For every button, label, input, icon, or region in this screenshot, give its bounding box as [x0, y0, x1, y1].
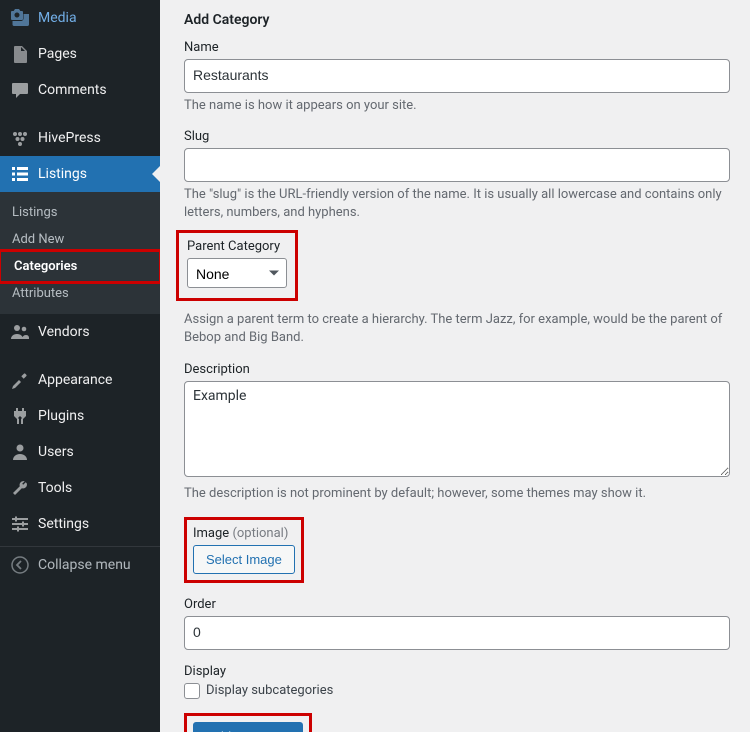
- field-group-display: Display Display subcategories: [184, 664, 730, 699]
- users-icon: [10, 442, 30, 462]
- main-content: Add Category Name The name is how it app…: [160, 0, 750, 732]
- name-input[interactable]: [184, 59, 730, 93]
- sidebar-item-vendors[interactable]: Vendors: [0, 314, 160, 350]
- display-label: Display: [184, 664, 730, 679]
- parent-select[interactable]: None: [187, 258, 287, 288]
- sidebar-item-users[interactable]: Users: [0, 434, 160, 470]
- menu-label: Listings: [38, 166, 87, 182]
- field-group-order: Order: [184, 597, 730, 650]
- parent-select-wrap: None: [187, 258, 287, 288]
- submenu-item-listings[interactable]: Listings: [0, 199, 160, 226]
- sidebar-item-settings[interactable]: Settings: [0, 506, 160, 542]
- submenu-listings: Listings Add New Categories Attributes: [0, 192, 160, 314]
- vendors-icon: [10, 322, 30, 342]
- field-group-description: Description The description is not promi…: [184, 362, 730, 503]
- comments-icon: [10, 80, 30, 100]
- submenu-item-addnew[interactable]: Add New: [0, 226, 160, 253]
- order-label: Order: [184, 597, 730, 612]
- collapse-icon: [10, 555, 30, 575]
- sidebar-item-tools[interactable]: Tools: [0, 470, 160, 506]
- menu-label: Tools: [38, 480, 72, 496]
- field-group-slug: Slug The "slug" is the URL-friendly vers…: [184, 129, 730, 222]
- image-label: Image (optional): [193, 526, 295, 541]
- display-checkbox-row: Display subcategories: [184, 683, 730, 699]
- sidebar-item-hivepress[interactable]: HivePress: [0, 120, 160, 156]
- collapse-label: Collapse menu: [38, 557, 131, 573]
- sidebar-item-comments[interactable]: Comments: [0, 72, 160, 108]
- sidebar-item-plugins[interactable]: Plugins: [0, 398, 160, 434]
- sidebar-item-media[interactable]: Media: [0, 0, 160, 36]
- admin-sidebar: Media Pages Comments HivePress Listings …: [0, 0, 160, 732]
- submenu-item-attributes[interactable]: Attributes: [0, 280, 160, 307]
- description-description: The description is not prominent by defa…: [184, 485, 730, 503]
- menu-label: Pages: [38, 46, 77, 62]
- sidebar-item-listings[interactable]: Listings: [0, 156, 160, 192]
- name-description: The name is how it appears on your site.: [184, 97, 730, 115]
- submenu-item-categories[interactable]: Categories: [2, 253, 158, 280]
- menu-label: Plugins: [38, 408, 84, 424]
- pages-icon: [10, 44, 30, 64]
- select-image-button[interactable]: Select Image: [193, 545, 295, 574]
- sidebar-item-appearance[interactable]: Appearance: [0, 362, 160, 398]
- settings-icon: [10, 514, 30, 534]
- image-highlight-box: Image (optional) Select Image: [184, 517, 304, 583]
- submit-highlight-box: Add Category: [184, 713, 312, 732]
- name-label: Name: [184, 40, 730, 55]
- menu-label: Settings: [38, 516, 89, 532]
- parent-highlight-box: Parent Category None: [176, 230, 298, 301]
- field-group-parent: Parent Category None Assign a parent ter…: [184, 236, 730, 347]
- menu-label: Appearance: [38, 372, 112, 388]
- menu-label: Users: [38, 444, 74, 460]
- menu-label: Comments: [38, 82, 107, 98]
- plugins-icon: [10, 406, 30, 426]
- tools-icon: [10, 478, 30, 498]
- field-group-name: Name The name is how it appears on your …: [184, 40, 730, 115]
- description-label: Description: [184, 362, 730, 377]
- parent-description: Assign a parent term to create a hierarc…: [184, 311, 730, 347]
- media-icon: [10, 8, 30, 28]
- hivepress-icon: [10, 128, 30, 148]
- page-title: Add Category: [184, 12, 730, 28]
- display-checkbox-label: Display subcategories: [206, 683, 333, 698]
- add-category-button[interactable]: Add Category: [193, 722, 303, 732]
- appearance-icon: [10, 370, 30, 390]
- menu-label: Media: [38, 10, 77, 26]
- sidebar-item-pages[interactable]: Pages: [0, 36, 160, 72]
- slug-input[interactable]: [184, 148, 730, 182]
- order-input[interactable]: [184, 616, 730, 650]
- menu-label: HivePress: [38, 130, 101, 146]
- description-textarea[interactable]: [184, 381, 730, 477]
- display-subcategories-checkbox[interactable]: [184, 683, 200, 699]
- slug-description: The "slug" is the URL-friendly version o…: [184, 186, 730, 222]
- parent-label: Parent Category: [187, 239, 287, 254]
- menu-label: Vendors: [38, 324, 90, 340]
- collapse-menu-button[interactable]: Collapse menu: [0, 546, 160, 583]
- field-group-image: Image (optional) Select Image: [184, 517, 730, 583]
- slug-label: Slug: [184, 129, 730, 144]
- listings-icon: [10, 164, 30, 184]
